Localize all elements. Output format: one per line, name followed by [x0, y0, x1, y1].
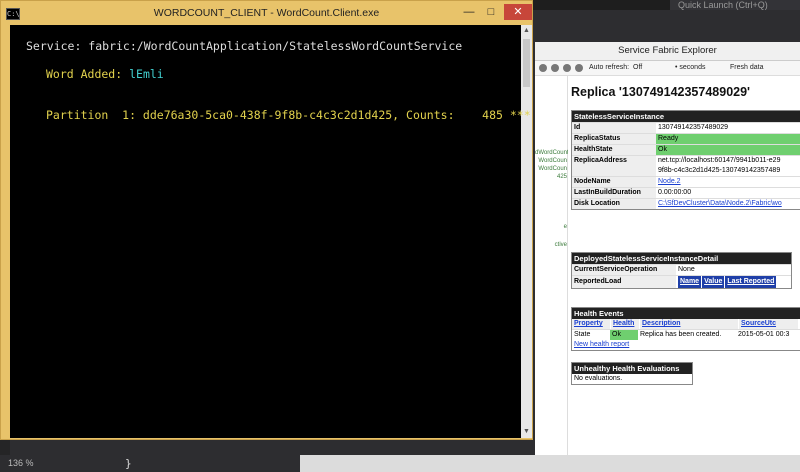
row-replica-address: ReplicaAddress net.tcp://localhost:60147/…: [572, 155, 800, 176]
tree-fragment[interactable]: dWordCounter: [535, 150, 574, 156]
unhealthy-evaluations-panel: Unhealthy Health Evaluations No evaluati…: [571, 362, 693, 385]
forward-icon[interactable]: [551, 64, 559, 72]
col-property[interactable]: Property: [572, 319, 610, 329]
col-health[interactable]: Health: [611, 319, 639, 329]
col-description[interactable]: Description: [640, 319, 738, 329]
instance-panel-title: StatelessServiceInstance: [572, 111, 800, 122]
load-header-value[interactable]: Value: [702, 276, 725, 288]
new-health-report-link[interactable]: New health report: [572, 340, 800, 350]
tree-fragment[interactable]: 425: [535, 174, 567, 180]
row-replica-status: ReplicaStatus Ready: [572, 133, 800, 144]
deployed-detail-panel: DeployedStatelessServiceInstanceDetail C…: [571, 252, 792, 289]
table-row: State Ok Replica has been created. 2015-…: [572, 329, 800, 340]
console-title: WORDCOUNT_CLIENT - WordCount.Client.exe: [153, 7, 380, 19]
tree-fragment[interactable]: e: [535, 224, 567, 230]
word-added-label: Word Added:: [46, 67, 130, 81]
row-key: Disk Location: [572, 199, 656, 209]
row-value: 0.00:00:00: [658, 189, 692, 196]
row-key: LastInBuildDuration: [572, 188, 656, 198]
console-titlebar[interactable]: C:\ WORDCOUNT_CLIENT - WordCount.Client.…: [1, 1, 532, 25]
replica-title: Replica '130749142357489029': [571, 85, 751, 99]
sfx-toolbar: Auto refresh: Off • seconds Fresh data: [535, 61, 800, 76]
refresh-icon[interactable]: [563, 64, 571, 72]
row-key: NodeName: [572, 177, 656, 187]
scroll-up-icon[interactable]: ▲: [521, 25, 532, 37]
scroll-thumb[interactable]: [523, 39, 530, 87]
row-health-state: HealthState Ok: [572, 144, 800, 155]
ide-right-background: [530, 10, 800, 45]
code-brace: }: [125, 457, 132, 470]
health-events-table: Property Health Description SourceUtc St…: [572, 319, 800, 350]
row-current-operation: CurrentServiceOperation None: [572, 264, 791, 275]
health-events-panel: Health Events Property Health Descriptio…: [571, 307, 800, 351]
unhealthy-title: Unhealthy Health Evaluations: [572, 363, 692, 374]
row-id: Id 130749142357489029: [572, 122, 800, 133]
minimize-button[interactable]: —: [459, 4, 479, 20]
row-key: ReplicaAddress: [572, 156, 656, 176]
node-link[interactable]: Node.2: [656, 177, 800, 187]
status-badge: Ready: [656, 134, 800, 144]
tree-fragment[interactable]: WordCoun: [535, 166, 567, 172]
row-value: 130749142357489029: [658, 124, 729, 131]
event-description: Replica has been created.: [640, 331, 722, 338]
row-node-name: NodeName Node.2: [572, 176, 800, 187]
new-health-report-label: New health report: [574, 341, 630, 348]
address-line-1: net.tcp://localhost:60147/9941b011-e29: [658, 157, 781, 164]
event-source-utc: 2015-05-01 00:3: [738, 331, 790, 338]
row-build-duration: LastInBuildDuration 0.00:00:00: [572, 187, 800, 198]
event-property: State: [574, 331, 591, 338]
console-scrollbar[interactable]: ▲ ▼: [521, 25, 532, 438]
deployed-panel-title: DeployedStatelessServiceInstanceDetail: [572, 253, 791, 264]
unhealthy-value: No evaluations.: [574, 375, 623, 382]
auto-refresh-label: Auto refresh:: [589, 64, 630, 71]
word-added-value: lEmli: [129, 67, 164, 81]
row-reported-load: ReportedLoad Name Value Last Reported: [572, 275, 791, 288]
row-key: ReplicaStatus: [572, 134, 656, 144]
home-icon[interactable]: [575, 64, 583, 72]
sfx-bottom-bar: [300, 455, 800, 472]
service-line: Service: fabric:/WordCountApplication/St…: [26, 39, 463, 53]
zoom-level[interactable]: 136 %: [8, 455, 34, 472]
quick-launch-box[interactable]: Quick Launch (Ctrl+Q): [670, 0, 800, 10]
quick-launch-label: Quick Launch (Ctrl+Q): [678, 0, 768, 10]
row-key: ReportedLoad: [572, 276, 676, 288]
health-events-title: Health Events: [572, 308, 800, 319]
scroll-down-icon[interactable]: ▼: [521, 426, 532, 438]
row-key: HealthState: [572, 145, 656, 155]
console-output[interactable]: [10, 25, 521, 438]
sfx-tree-pane: dWordCounter WordCoun WordCoun 425 e cti…: [535, 76, 574, 472]
address-line-2: 9f8b-c4c3c2d1d425-130749142357489: [658, 167, 781, 174]
close-button[interactable]: ✕: [504, 4, 532, 20]
load-header-name[interactable]: Name: [678, 276, 702, 288]
disk-location-link[interactable]: C:\SfDevCluster\Data\Node.2\Fabric\wo: [656, 199, 800, 209]
sfx-details-pane: Replica '130749142357489029' StatelessSe…: [568, 76, 800, 472]
row-disk-location: Disk Location C:\SfDevCluster\Data\Node.2…: [572, 198, 800, 209]
event-health-badge: Ok: [610, 330, 638, 340]
seconds-label: • seconds: [675, 64, 706, 71]
tree-fragment[interactable]: ctive: [535, 242, 567, 248]
row-value: net.tcp://localhost:60147/9941b011-e29 9f…: [656, 156, 800, 176]
row-key: CurrentServiceOperation: [572, 265, 676, 275]
service-fabric-explorer-window: Service Fabric Explorer Auto refresh: Of…: [535, 42, 800, 472]
health-badge: Ok: [656, 145, 800, 155]
col-source-utc[interactable]: SourceUtc: [739, 319, 798, 329]
maximize-button[interactable]: □: [481, 4, 501, 20]
ide-editor-status: 136 % }: [0, 455, 335, 472]
row-key: Id: [572, 123, 656, 133]
back-icon[interactable]: [539, 64, 547, 72]
tree-fragment[interactable]: WordCoun: [535, 158, 567, 164]
word-added-line: Word Added: lEmli: [46, 67, 164, 81]
row-value: None: [678, 266, 695, 273]
load-table-header: Name Value Last Reported: [676, 276, 791, 288]
load-header-last-reported[interactable]: Last Reported: [725, 276, 777, 288]
health-events-header: Property Health Description SourceUtc: [572, 319, 800, 329]
console-window: C:\ WORDCOUNT_CLIENT - WordCount.Client.…: [0, 0, 533, 440]
fresh-data-button[interactable]: Fresh data: [730, 61, 763, 75]
auto-refresh-select[interactable]: Off: [633, 61, 642, 75]
partition-line: Partition 1: dde76a30-5ca0-438f-9f8b-c4c…: [46, 108, 531, 122]
sfx-window-title: Service Fabric Explorer: [535, 42, 800, 61]
instance-panel: StatelessServiceInstance Id 1307491423574…: [571, 110, 800, 210]
